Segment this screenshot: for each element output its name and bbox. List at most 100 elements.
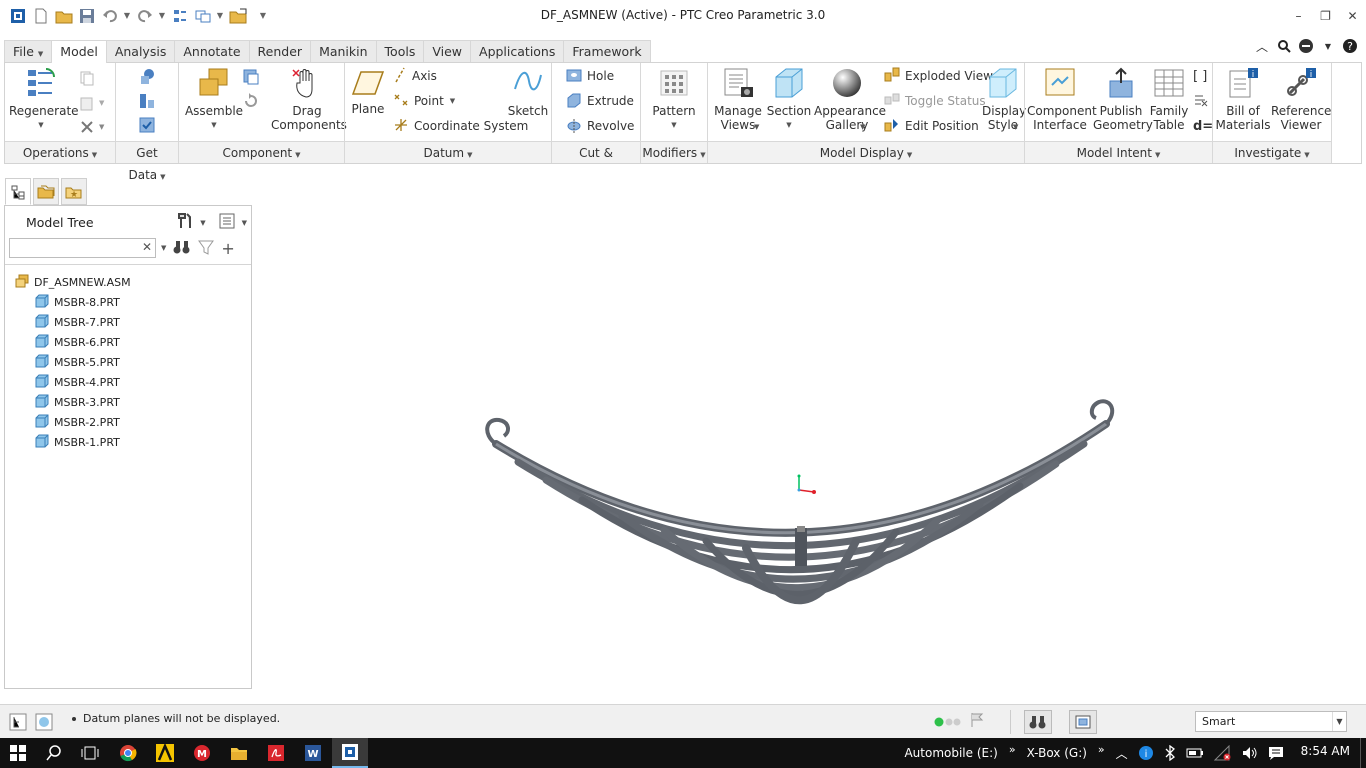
find-button[interactable] <box>1024 709 1052 734</box>
autodesk-icon[interactable] <box>147 738 183 768</box>
tab-analysis[interactable]: Analysis <box>105 40 176 62</box>
sketch-button[interactable]: Sketch <box>507 67 549 118</box>
tree-item-part[interactable]: MSBR-6.PRT <box>15 332 131 352</box>
appearance-dropdown-icon[interactable]: ▼ <box>860 123 865 131</box>
assemble-button[interactable]: Assemble ▼ <box>183 67 245 132</box>
bill-of-materials-button[interactable]: i Bill of Materials <box>1215 67 1271 132</box>
plane-button[interactable]: Plane <box>347 67 389 116</box>
tab-applications[interactable]: Applications <box>470 40 565 62</box>
tree-item-part[interactable]: MSBR-2.PRT <box>15 412 131 432</box>
group-investigate-label[interactable]: Investigate ▼ <box>1213 141 1331 163</box>
regenerate-button[interactable]: Regenerate ▼ <box>9 67 79 132</box>
settings-dropdown-icon[interactable]: ▼ <box>200 219 205 227</box>
point-dropdown-icon[interactable]: ▼ <box>450 97 455 105</box>
section-button[interactable]: Section ▼ <box>766 67 812 132</box>
creo-taskbar-icon[interactable] <box>332 738 368 768</box>
group-component-label[interactable]: Component ▼ <box>179 141 344 163</box>
help-icon[interactable]: ? <box>1342 38 1358 54</box>
tab-view[interactable]: View <box>423 40 472 62</box>
tree-item-part[interactable]: MSBR-5.PRT <box>15 352 131 372</box>
graphics-viewport[interactable] <box>256 166 1364 700</box>
model-tree-search[interactable]: ✕ <box>9 238 156 258</box>
search-options-dropdown-icon[interactable]: ▼ <box>161 244 166 252</box>
volume-icon[interactable] <box>1237 738 1263 768</box>
settings-tools-icon[interactable] <box>176 212 194 233</box>
reference-viewer-button[interactable]: i Reference Viewer <box>1271 67 1331 132</box>
tree-item-part[interactable]: MSBR-7.PRT <box>15 312 131 332</box>
show-list-icon[interactable] <box>218 212 236 233</box>
folder-browser-tab-icon[interactable] <box>33 178 59 205</box>
toggle-status-button[interactable]: Toggle Status <box>884 92 986 110</box>
search-icon[interactable] <box>1276 38 1292 54</box>
filter-icon[interactable] <box>198 239 215 258</box>
model-tree-tab-icon[interactable] <box>5 178 31 205</box>
user-dropdown-icon[interactable]: ▼ <box>1320 38 1336 54</box>
tab-tools[interactable]: Tools <box>375 40 425 62</box>
create-component-button[interactable] <box>242 68 260 86</box>
group-model-display-label[interactable]: Model Display ▼ <box>708 141 1024 163</box>
overflow-chevron-icon[interactable]: » <box>1003 743 1022 763</box>
user-icon[interactable] <box>1298 38 1314 54</box>
word-icon[interactable]: W <box>295 738 331 768</box>
acrobat-icon[interactable] <box>258 738 294 768</box>
tree-item-part[interactable]: MSBR-4.PRT <box>15 372 131 392</box>
show-hidden-icons-icon[interactable]: ︿ <box>1111 738 1133 768</box>
show-desktop-button[interactable] <box>1360 738 1366 768</box>
network-icon[interactable] <box>1209 738 1237 768</box>
battery-icon[interactable] <box>1181 738 1209 768</box>
family-table-button[interactable]: Family Table <box>1149 67 1189 132</box>
publish-geometry-button[interactable]: Publish Geometry <box>1093 67 1153 132</box>
repeat-button[interactable] <box>242 92 260 110</box>
tab-model[interactable]: Model <box>51 40 107 63</box>
info-icon[interactable]: i <box>1133 738 1159 768</box>
point-button[interactable]: Point ▼ <box>393 92 455 110</box>
tab-manikin[interactable]: Manikin <box>310 40 377 62</box>
overflow-chevron-icon[interactable]: » <box>1092 743 1111 763</box>
task-view-icon[interactable] <box>72 738 108 768</box>
group-datum-label[interactable]: Datum ▼ <box>345 141 551 163</box>
relations-button[interactable]: d= <box>1193 117 1213 135</box>
drag-components-button[interactable]: Drag Components <box>271 67 347 132</box>
restore-icon[interactable]: ❐ <box>1312 0 1339 32</box>
edit-position-button[interactable]: Edit Position <box>884 117 979 135</box>
mega-icon[interactable]: M <box>184 738 220 768</box>
exploded-view-button[interactable]: Exploded View <box>884 67 993 85</box>
group-cut-surface-label[interactable]: Cut & Surface▼ <box>552 141 640 182</box>
extrude-button[interactable]: Extrude <box>566 92 634 110</box>
chrome-icon[interactable] <box>110 738 146 768</box>
manage-views-dropdown-icon[interactable]: ▼ <box>754 123 759 131</box>
bluetooth-icon[interactable] <box>1159 738 1181 768</box>
tab-framework[interactable]: Framework <box>563 40 651 62</box>
hole-button[interactable]: Hole <box>566 67 614 85</box>
parameters-button[interactable]: [ ] <box>1193 67 1207 85</box>
group-model-intent-label[interactable]: Model Intent ▼ <box>1025 141 1212 163</box>
switch-dimensions-button[interactable] <box>1193 92 1209 110</box>
search-icon[interactable] <box>36 738 72 768</box>
selection-box-button[interactable] <box>1069 709 1097 734</box>
tree-item-part[interactable]: MSBR-1.PRT <box>15 432 131 452</box>
drive-e-toolbar[interactable]: Automobile (E:) <box>899 738 1002 768</box>
favorites-tab-icon[interactable]: ★ <box>61 178 87 205</box>
tree-root-item[interactable]: DF_ASMNEW.ASM <box>15 272 131 292</box>
revolve-button[interactable]: Revolve <box>566 117 634 135</box>
windows-start-icon[interactable] <box>0 738 36 768</box>
action-center-icon[interactable] <box>1263 738 1289 768</box>
tab-render[interactable]: Render <box>248 40 312 62</box>
delete-button[interactable]: ▼ <box>79 118 104 136</box>
show-dropdown-icon[interactable]: ▼ <box>242 219 247 227</box>
add-icon[interactable]: + <box>221 239 234 258</box>
paste-button[interactable]: ▼ <box>79 94 104 112</box>
tree-item-part[interactable]: MSBR-3.PRT <box>15 392 131 412</box>
shrinkwrap-button[interactable] <box>138 116 156 134</box>
group-modifiers-label[interactable]: Modifiers ▼ <box>641 141 707 163</box>
appearance-gallery-button[interactable]: Appearance Gallery <box>814 67 886 132</box>
axis-button[interactable]: Axis <box>393 67 437 85</box>
file-explorer-icon[interactable] <box>221 738 257 768</box>
close-icon[interactable]: ✕ <box>1339 0 1366 32</box>
search-input[interactable] <box>10 239 140 257</box>
show-browser-icon[interactable] <box>34 712 54 732</box>
regeneration-status-icon[interactable] <box>934 717 962 727</box>
pattern-button[interactable]: Pattern ▼ <box>643 67 705 132</box>
user-defined-feature-button[interactable] <box>138 68 156 86</box>
clear-search-icon[interactable]: ✕ <box>142 240 152 254</box>
